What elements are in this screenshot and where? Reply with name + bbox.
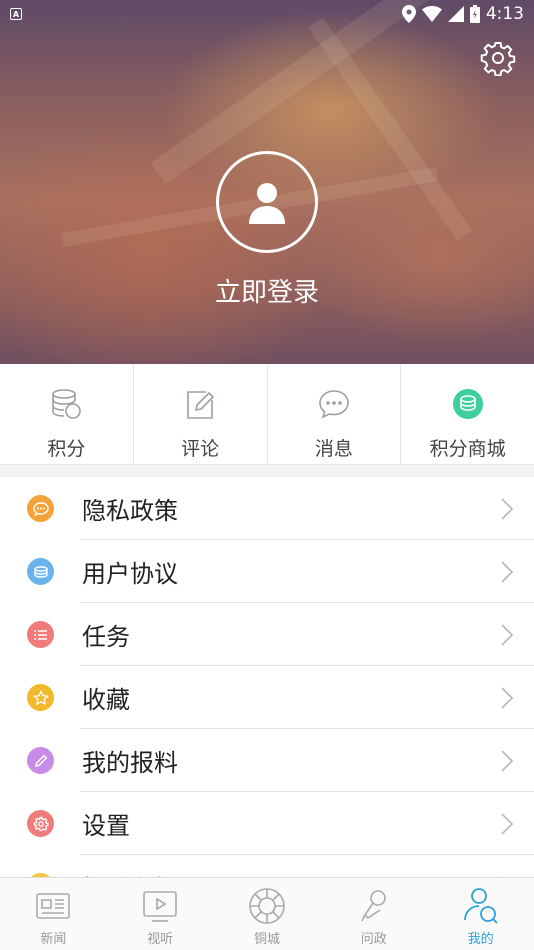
coins-stack-icon [52,389,82,419]
video-icon [143,891,177,922]
battery-icon [469,5,480,23]
settings-gear-icon[interactable] [480,40,516,76]
chat-bubble-icon [319,390,349,419]
tab-news[interactable]: 新闻 [0,878,107,950]
quick-action-label: 积分商城 [429,438,506,460]
menu-item-label: 我的报料 [82,749,178,777]
signal-icon [447,6,464,22]
menu-item-favorites[interactable]: 收藏 [0,666,534,729]
quick-action-label: 评论 [181,438,220,460]
quick-action-points-mall[interactable]: 积分商城 [401,364,534,464]
quick-actions: 积分 评论 消息 积分商城 [0,364,534,465]
avatar[interactable] [216,151,318,253]
tab-label: 视听 [147,932,174,947]
edit-icon [187,391,215,419]
menu-item-label: 任务 [82,623,130,651]
tab-mine[interactable]: 我的 [427,878,534,950]
city-emblem-icon [249,888,285,924]
chevron-right-icon [501,687,514,709]
menu-item-agreement[interactable]: 用户协议 [0,540,534,603]
chevron-right-icon [501,624,514,646]
task-list-icon [27,621,54,648]
menu-item-label: 用户协议 [82,560,178,588]
tab-city[interactable]: 铜城 [214,878,321,950]
tab-label: 我的 [467,932,494,947]
profile-icon [463,888,498,924]
tab-video[interactable]: 视听 [107,878,214,950]
star-icon [27,684,54,711]
menu-item-settings[interactable]: 设置 [0,792,534,855]
agreement-icon [27,558,54,585]
login-link[interactable]: 立即登录 [0,272,534,309]
profile-header: A 4:13 立即登录 [0,0,534,364]
status-bar: A 4:13 [0,0,534,28]
pencil-icon [27,747,54,774]
notification-icon: A [10,8,22,20]
chevron-right-icon [501,561,514,583]
tab-label: 新闻 [40,932,67,947]
menu-item-tasks[interactable]: 任务 [0,603,534,666]
menu-item-report[interactable]: 投诉举报 [0,855,534,877]
privacy-icon [27,495,54,522]
menu-item-label: 设置 [82,812,130,840]
chevron-right-icon [501,750,514,772]
newspaper-icon [36,893,71,919]
menu-list: 隐私政策 用户协议 任务 收藏 我的报料 设置 [0,477,534,877]
menu-item-label: 投诉举报 [82,869,178,877]
gear-icon [27,810,54,837]
bottom-tab-bar: 新闻 视听 铜城 问政 我的 [0,877,534,950]
tab-politics[interactable]: 问政 [320,878,427,950]
menu-item-label: 收藏 [82,686,130,714]
points-mall-icon [452,389,483,419]
status-time: 4:13 [485,4,524,24]
chevron-right-icon [501,813,514,835]
tab-label: 铜城 [253,932,280,947]
quick-action-points[interactable]: 积分 [0,364,134,464]
chevron-right-icon [501,498,514,520]
menu-item-my-reports[interactable]: 我的报料 [0,729,534,792]
tab-label: 问政 [360,932,387,947]
microphone-icon [361,890,386,922]
wifi-icon [421,6,442,22]
location-icon [401,5,416,23]
user-icon [249,183,285,224]
quick-action-label: 积分 [47,438,86,460]
quick-action-label: 消息 [314,438,353,460]
menu-item-privacy[interactable]: 隐私政策 [0,477,534,540]
menu-item-label: 隐私政策 [82,497,178,525]
quick-action-messages[interactable]: 消息 [268,364,402,464]
quick-action-comments[interactable]: 评论 [134,364,268,464]
